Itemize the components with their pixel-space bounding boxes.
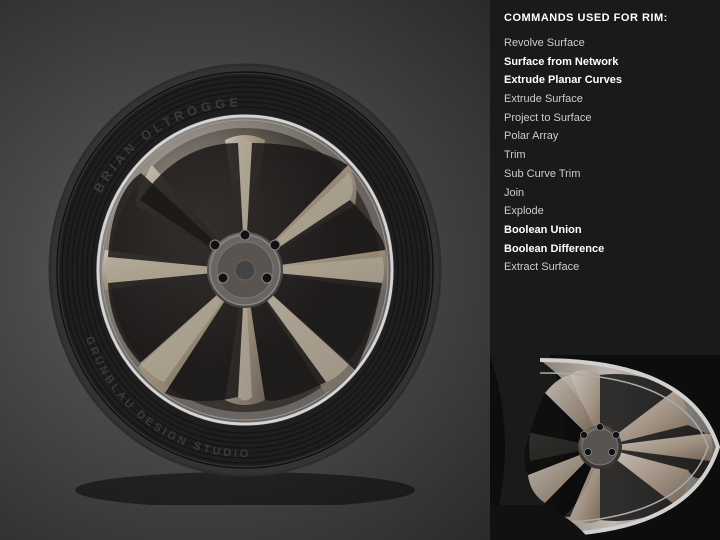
command-item: Project to Surface: [504, 109, 706, 128]
wheel-container: BRIAN OLTROGGE GRÜNBLAU DESIGN STUDIO: [25, 30, 465, 510]
commands-section: COMMANDS USED FOR RIM: Revolve SurfaceSu…: [490, 0, 720, 355]
right-panel: COMMANDS USED FOR RIM: Revolve SurfaceSu…: [490, 0, 720, 540]
command-item: Surface from Network: [504, 53, 706, 72]
command-item: Polar Array: [504, 127, 706, 146]
command-item: Extrude Planar Curves: [504, 71, 706, 90]
bottom-wheel-detail-svg: [490, 355, 720, 540]
command-item: Extract Surface: [504, 258, 706, 277]
wheel-svg: BRIAN OLTROGGE GRÜNBLAU DESIGN STUDIO: [30, 35, 460, 505]
command-item: Sub Curve Trim: [504, 165, 706, 184]
command-item: Boolean Union: [504, 221, 706, 240]
commands-list: Revolve SurfaceSurface from NetworkExtru…: [504, 34, 706, 277]
left-panel: BRIAN OLTROGGE GRÜNBLAU DESIGN STUDIO: [0, 0, 490, 540]
bottom-rim-image: [490, 355, 720, 540]
command-item: Revolve Surface: [504, 34, 706, 53]
command-item: Explode: [504, 202, 706, 221]
command-item: Boolean Difference: [504, 240, 706, 259]
commands-title: COMMANDS USED FOR RIM:: [504, 12, 706, 24]
command-item: Extrude Surface: [504, 90, 706, 109]
command-item: Trim: [504, 146, 706, 165]
command-item: Join: [504, 184, 706, 203]
